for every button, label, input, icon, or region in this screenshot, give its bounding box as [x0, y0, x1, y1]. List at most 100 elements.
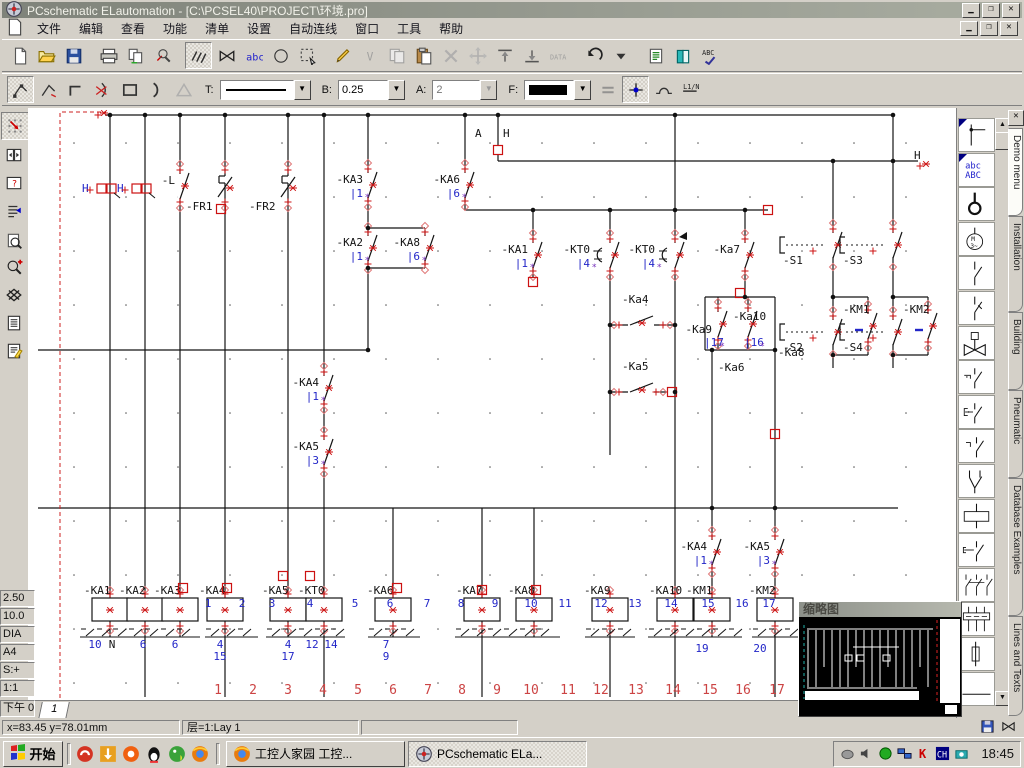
textabc-button[interactable]: abc [241, 43, 266, 68]
palette-symbol-junction[interactable] [958, 118, 995, 152]
status-cell-2[interactable]: DIA [0, 626, 35, 643]
tray-volume-icon[interactable] [859, 746, 874, 761]
color-combo[interactable]: ▼ [524, 80, 591, 100]
palette-symbol-c_3p[interactable] [958, 568, 995, 602]
title-bar[interactable]: PCschematic ELautomation - [C:\PCSEL40\P… [2, 2, 1022, 18]
paste-button[interactable] [411, 43, 436, 68]
menu-item-2[interactable]: 查看 [112, 17, 154, 40]
palette-symbol-c_no[interactable] [958, 256, 995, 290]
trig-button[interactable] [171, 77, 196, 102]
save-button[interactable] [61, 43, 86, 68]
zoomin-button[interactable] [1, 254, 27, 280]
start-button[interactable]: 开始 [3, 741, 63, 767]
menu-item-3[interactable]: 功能 [154, 17, 196, 40]
menu-item-1[interactable]: 编辑 [70, 17, 112, 40]
page-tab-1[interactable]: 1 [38, 702, 70, 719]
status-cell-4[interactable]: S:+ [0, 662, 35, 679]
viewall-button[interactable] [1, 282, 27, 308]
palette-symbol-textabc2[interactable]: abcABC [958, 153, 995, 187]
menu-item-0[interactable]: 文件 [28, 17, 70, 40]
symbols-button[interactable] [214, 43, 239, 68]
quicklaunch-parrot-button[interactable] [167, 744, 187, 764]
line-type-combo[interactable]: ▼ [220, 80, 311, 100]
palette-tab-lines-and-texts[interactable]: Lines and Texts [1008, 616, 1023, 716]
mdi-restore-button[interactable]: ❐ [980, 21, 998, 36]
line-type-dropdown-icon[interactable]: ▼ [294, 80, 311, 100]
angle-dropdown-icon[interactable]: ▼ [480, 80, 497, 100]
pagecopy-button[interactable] [123, 43, 148, 68]
menu-item-5[interactable]: 设置 [238, 17, 280, 40]
rectg-button[interactable] [117, 77, 142, 102]
quicklaunch-foxmail-button[interactable] [121, 744, 141, 764]
palette-symbol-c_brk[interactable] [958, 395, 995, 429]
circle-button[interactable] [268, 43, 293, 68]
copypage-button[interactable] [384, 43, 409, 68]
status-cell-6[interactable]: 下午 0 [0, 700, 35, 717]
close-button[interactable]: ✕ [1002, 3, 1020, 18]
task-button-0[interactable]: 工控人家园 工控... [226, 741, 405, 767]
palette-symbol-hline[interactable] [958, 672, 995, 706]
palette-symbol-motor[interactable]: M3~ [958, 222, 995, 256]
menu-item-7[interactable]: 窗口 [346, 17, 388, 40]
palette-symbol-c_tmr[interactable] [958, 429, 995, 463]
line-width-dropdown-icon[interactable]: ▼ [388, 80, 405, 100]
hop-button[interactable] [651, 77, 676, 102]
palette-symbol-key[interactable] [958, 187, 995, 221]
corner-button[interactable] [63, 77, 88, 102]
palette-tab-demo-menu[interactable]: Demo menu [1008, 128, 1023, 216]
palette-symbol-fuse[interactable] [958, 637, 995, 671]
delete-button[interactable] [438, 43, 463, 68]
print-button[interactable] [96, 43, 121, 68]
palette-symbol-c_delay[interactable] [958, 360, 995, 394]
palette-symbol-valve[interactable] [958, 326, 995, 360]
arcg-button[interactable] [144, 77, 169, 102]
menu-item-6[interactable]: 自动连线 [280, 17, 346, 40]
status-cell-0[interactable]: 2.50 [0, 590, 35, 607]
palette-symbol-coilsym[interactable] [958, 499, 995, 533]
pageedit-button[interactable] [1, 338, 27, 364]
angle-combo[interactable]: 2▼ [432, 80, 497, 100]
tray-mouse-icon[interactable] [840, 746, 855, 761]
status-cell-5[interactable]: 1:1 [0, 680, 35, 697]
status-cell-1[interactable]: 10.0 [0, 608, 35, 625]
mdi-close-button[interactable]: ✕ [1000, 21, 1018, 36]
objlist-button[interactable] [643, 43, 668, 68]
vmark-button[interactable]: V [357, 43, 382, 68]
pageflip-button[interactable] [1, 142, 27, 168]
palette-tab-building[interactable]: Building [1008, 312, 1023, 390]
palette-tab-pneumatic[interactable]: Pneumatic [1008, 390, 1023, 478]
tray-cam-icon[interactable] [954, 746, 969, 761]
palette-close-icon[interactable]: ✕ [1008, 110, 1024, 126]
line-width-combo[interactable]: 0.25▼ [338, 80, 405, 100]
pinup-button[interactable] [492, 43, 517, 68]
quicklaunch-qq-button[interactable] [144, 744, 164, 764]
tray-net-icon[interactable] [897, 746, 912, 761]
palette-symbol-ovl[interactable] [958, 602, 995, 636]
tray-green-icon[interactable] [878, 746, 893, 761]
minimize-button[interactable]: ▁ [962, 3, 980, 18]
findsym-button[interactable] [150, 43, 175, 68]
pencil-button[interactable] [330, 43, 355, 68]
quicklaunch-flashget-button[interactable] [98, 744, 118, 764]
menu-item-9[interactable]: 帮助 [430, 17, 472, 40]
objarrow-button[interactable] [1, 198, 27, 224]
area-button[interactable] [295, 43, 320, 68]
mdi-minimize-button[interactable]: ▁ [960, 21, 978, 36]
task-button-1[interactable]: PCschematic ELa... [408, 741, 587, 767]
open-button[interactable] [34, 43, 59, 68]
new-button[interactable] [7, 43, 32, 68]
palette-symbol-c_brk2[interactable] [958, 533, 995, 567]
palette-tab-installation[interactable]: Installation [1008, 216, 1023, 312]
lines-button[interactable] [185, 42, 212, 69]
menu-item-8[interactable]: 工具 [388, 17, 430, 40]
pagedata-button[interactable] [1, 310, 27, 336]
zoomdoc-button[interactable] [1, 228, 27, 254]
undo-button[interactable] [581, 43, 606, 68]
parallel-button[interactable] [595, 77, 620, 102]
ddown-button[interactable] [608, 43, 633, 68]
curvecut-button[interactable] [90, 77, 115, 102]
menu-item-4[interactable]: 清单 [196, 17, 238, 40]
palette-symbol-c_chg[interactable] [958, 464, 995, 498]
thumbnail-window[interactable]: 缩略图 [798, 601, 962, 717]
color-dropdown-icon[interactable]: ▼ [574, 80, 591, 100]
